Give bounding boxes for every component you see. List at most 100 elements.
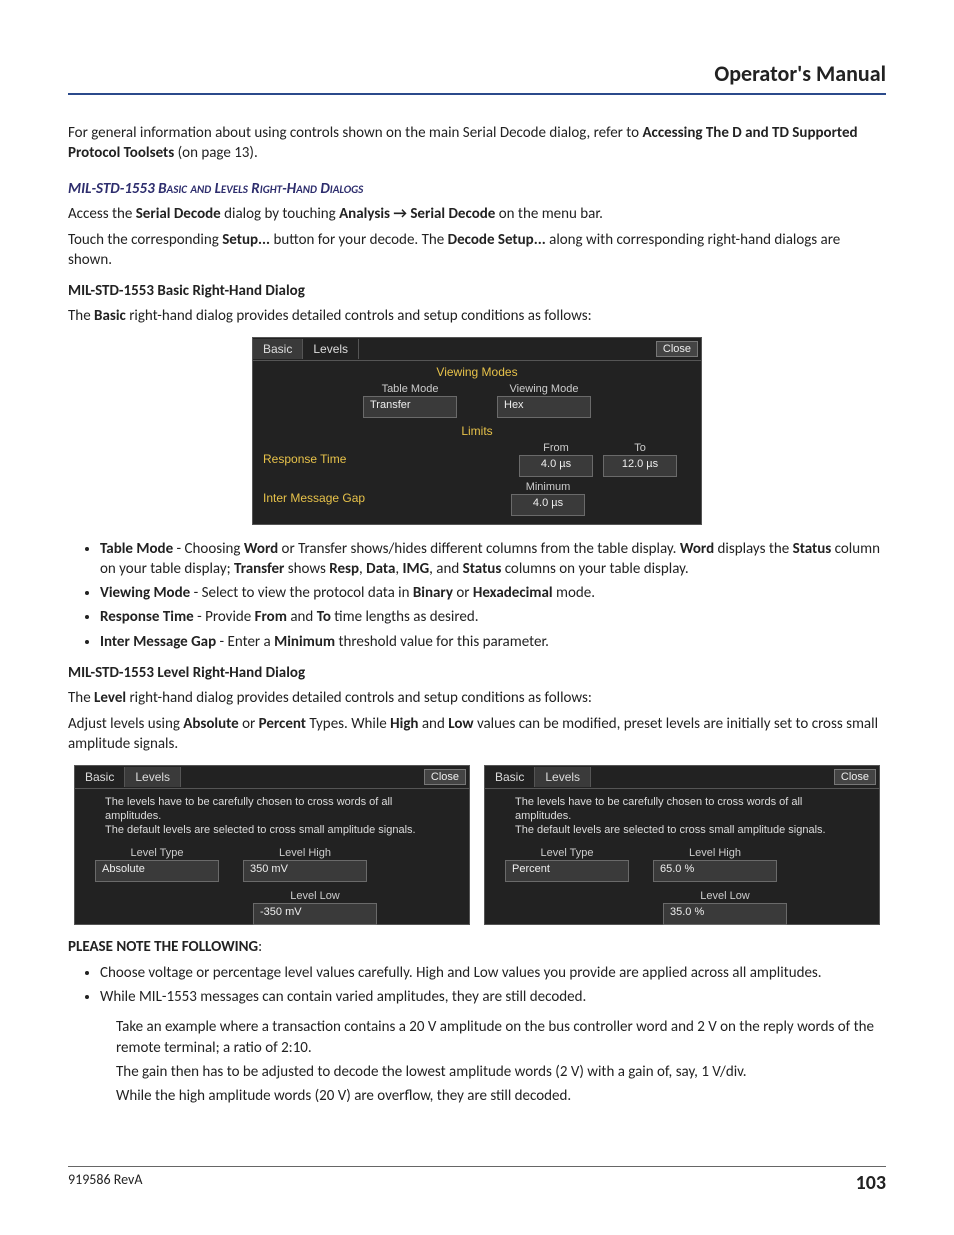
tab-basic[interactable]: Basic bbox=[75, 767, 125, 787]
level-low-input[interactable]: 35.0 % bbox=[663, 903, 787, 925]
dialog-tabs: Basic Levels Close bbox=[485, 766, 879, 789]
text: Status bbox=[463, 560, 502, 578]
basic-dialog-intro: The Basic right-hand dialog provides det… bbox=[68, 306, 886, 326]
text: and bbox=[287, 608, 317, 626]
text: Word bbox=[680, 540, 714, 558]
hint-line2: The default levels are selected to cross… bbox=[515, 824, 826, 836]
text: Basic bbox=[94, 307, 126, 325]
bullet-response-time: Response Time - Provide From and To time… bbox=[100, 607, 886, 627]
text: Response Time bbox=[100, 608, 194, 626]
bullet-inter-message-gap: Inter Message Gap - Enter a Minimum thre… bbox=[100, 632, 886, 652]
bullet-viewing-mode: Viewing Mode - Select to view the protoc… bbox=[100, 583, 886, 603]
text: Setup... bbox=[222, 231, 270, 249]
level-high-input[interactable]: 65.0 % bbox=[653, 860, 777, 882]
page-footer: 919586 RevA 103 bbox=[68, 1166, 886, 1195]
heading-prefix: MIL-STD-1553 bbox=[68, 180, 158, 198]
page-number: 103 bbox=[856, 1171, 886, 1195]
text: Analysis → Serial Decode bbox=[339, 205, 495, 223]
text: Touch the corresponding bbox=[68, 231, 222, 249]
to-input[interactable]: 12.0 µs bbox=[603, 455, 677, 477]
text: Table Mode bbox=[100, 540, 173, 558]
text: dialog by touching bbox=[221, 205, 339, 223]
level-high-label: Level High bbox=[243, 847, 367, 859]
footer-left: 919586 RevA bbox=[68, 1171, 142, 1195]
access-paragraph: Access the Serial Decode dialog by touch… bbox=[68, 204, 886, 224]
tab-basic[interactable]: Basic bbox=[253, 339, 303, 359]
text: Transfer bbox=[234, 560, 284, 578]
text: : bbox=[258, 938, 262, 956]
text: Status bbox=[793, 540, 832, 558]
text: PLEASE NOTE THE FOLLOWING bbox=[68, 938, 258, 956]
setup-paragraph: Touch the corresponding Setup... button … bbox=[68, 230, 886, 271]
note-bullet-1: Choose voltage or percentage level value… bbox=[100, 963, 886, 983]
close-button[interactable]: Close bbox=[834, 769, 876, 785]
text: right-hand dialog provides detailed cont… bbox=[126, 689, 592, 707]
text: Minimum bbox=[274, 633, 335, 651]
close-button[interactable]: Close bbox=[656, 341, 698, 357]
text: Absolute bbox=[183, 715, 238, 733]
tab-levels[interactable]: Levels bbox=[535, 767, 591, 787]
text: - Enter a bbox=[216, 633, 274, 651]
level-high-label: Level High bbox=[653, 847, 777, 859]
tab-levels[interactable]: Levels bbox=[125, 767, 181, 787]
heading-rest: Basic and Levels Right-Hand Dialogs bbox=[158, 180, 363, 198]
note-indent-block: Take an example where a transaction cont… bbox=[116, 1017, 886, 1106]
text: To bbox=[317, 608, 331, 626]
text: - Choosing bbox=[173, 540, 244, 558]
viewing-mode-input[interactable]: Hex bbox=[497, 396, 591, 418]
level-dialog-absolute: Basic Levels Close The levels have to be… bbox=[74, 765, 470, 925]
header-title: Operator's Manual bbox=[714, 60, 886, 87]
text: Access the bbox=[68, 205, 136, 223]
text: From bbox=[255, 608, 287, 626]
level-dialog-heading: MIL-STD-1553 Level Right-Hand Dialog bbox=[68, 664, 886, 682]
level-low-label: Level Low bbox=[663, 890, 787, 902]
table-mode-label: Table Mode bbox=[363, 383, 457, 395]
please-note-heading: PLEASE NOTE THE FOLLOWING: bbox=[68, 937, 886, 957]
response-time-label: Response Time bbox=[259, 452, 383, 466]
basic-dialog: Basic Levels Close Viewing Modes Table M… bbox=[252, 337, 702, 525]
level-low-label: Level Low bbox=[253, 890, 377, 902]
level-type-input[interactable]: Percent bbox=[505, 860, 629, 882]
text: IMG bbox=[403, 560, 430, 578]
basic-bullets: Table Mode - Choosing Word or Transfer s… bbox=[100, 539, 886, 652]
text: The bbox=[68, 689, 94, 707]
level-high-input[interactable]: 350 mV bbox=[243, 860, 367, 882]
close-button[interactable]: Close bbox=[424, 769, 466, 785]
text: , bbox=[395, 560, 402, 578]
text: or Transfer shows/hides different column… bbox=[278, 540, 680, 558]
text: Low bbox=[448, 715, 473, 733]
text: time lengths as desired. bbox=[331, 608, 479, 626]
text: For general information about using cont… bbox=[68, 124, 642, 142]
text: Data bbox=[366, 560, 395, 578]
bullet-table-mode: Table Mode - Choosing Word or Transfer s… bbox=[100, 539, 886, 580]
basic-dialog-heading: MIL-STD-1553 Basic Right-Hand Dialog bbox=[68, 282, 886, 300]
text: Resp bbox=[329, 560, 359, 578]
text: Inter Message Gap bbox=[100, 633, 216, 651]
level-dialog-percent: Basic Levels Close The levels have to be… bbox=[484, 765, 880, 925]
note-p1: Take an example where a transaction cont… bbox=[116, 1017, 886, 1058]
text: Hexadecimal bbox=[473, 584, 553, 602]
text: Decode Setup... bbox=[448, 231, 546, 249]
text: - Select to view the protocol data in bbox=[190, 584, 413, 602]
tab-levels[interactable]: Levels bbox=[303, 339, 359, 359]
tab-basic[interactable]: Basic bbox=[485, 767, 535, 787]
level-low-input[interactable]: -350 mV bbox=[253, 903, 377, 925]
from-label: From bbox=[519, 442, 593, 454]
minimum-label: Minimum bbox=[511, 481, 585, 493]
limits-title: Limits bbox=[253, 420, 701, 440]
minimum-input[interactable]: 4.0 µs bbox=[511, 494, 585, 516]
level-type-input[interactable]: Absolute bbox=[95, 860, 219, 882]
text: The bbox=[68, 307, 94, 325]
text: High bbox=[390, 715, 418, 733]
text: Serial Decode bbox=[136, 205, 221, 223]
text: threshold value for this parameter. bbox=[335, 633, 549, 651]
text: and bbox=[418, 715, 448, 733]
page-header: Operator's Manual bbox=[68, 60, 886, 95]
note-p3: While the high amplitude words (20 V) ar… bbox=[116, 1086, 886, 1106]
from-input[interactable]: 4.0 µs bbox=[519, 455, 593, 477]
table-mode-input[interactable]: Transfer bbox=[363, 396, 457, 418]
text: displays the bbox=[714, 540, 792, 558]
text: Binary bbox=[413, 584, 453, 602]
section-heading-basic-levels: MIL-STD-1553 Basic and Levels Right-Hand… bbox=[68, 180, 886, 198]
hint-line1: The levels have to be carefully chosen t… bbox=[105, 796, 392, 822]
